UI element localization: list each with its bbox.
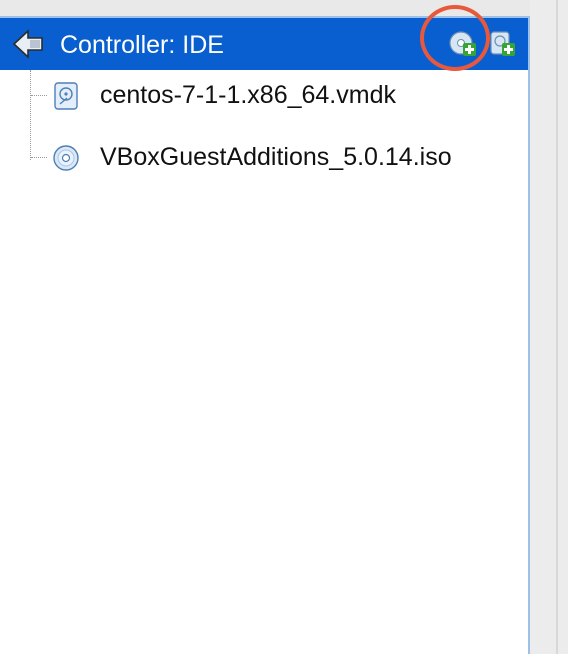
attachment-item-vmdk[interactable]: centos-7-1-1.x86_64.vmdk [0,70,528,120]
attachment-item-iso[interactable]: VBoxGuestAdditions_5.0.14.iso [0,132,528,182]
attachment-label: centos-7-1-1.x86_64.vmdk [100,81,396,109]
tree-branch-line [31,95,47,96]
divider [556,0,558,654]
optical-disc-icon [53,145,79,171]
add-optical-drive-icon [449,31,476,56]
add-hard-disk-button[interactable] [488,30,518,60]
attachment-label: VBoxGuestAdditions_5.0.14.iso [100,143,452,171]
hard-disk-icon [54,82,78,110]
right-background [530,0,568,654]
tree-branch-line [31,157,47,158]
storage-tree-panel: Controller: IDE centos-7-1-1.x86_64.vmdk… [0,16,530,654]
add-optical-drive-button[interactable] [448,30,478,60]
ide-controller-icon [12,29,43,59]
controller-row[interactable]: Controller: IDE [0,18,528,70]
controller-title: Controller: IDE [60,31,224,59]
add-hard-disk-icon [490,31,515,56]
